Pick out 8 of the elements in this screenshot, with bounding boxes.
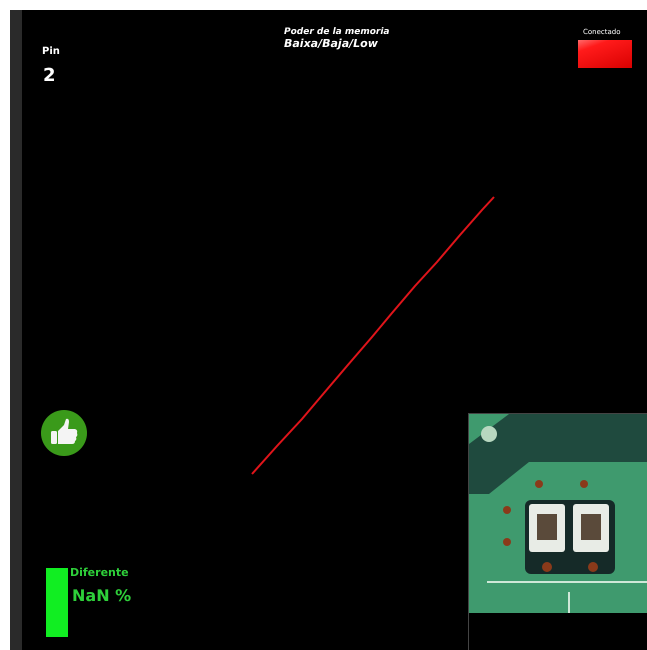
result-label: Diferente <box>70 565 129 581</box>
meter-bar <box>46 568 68 637</box>
result-value: NaN % <box>72 585 132 607</box>
subtitle: Baixa/Baja/Low <box>284 36 378 52</box>
thumbs-up-icon <box>41 410 87 456</box>
pin-label: Pin <box>42 45 60 59</box>
pin-number: 2 <box>43 64 56 88</box>
title: Poder de la memoria <box>284 26 390 38</box>
